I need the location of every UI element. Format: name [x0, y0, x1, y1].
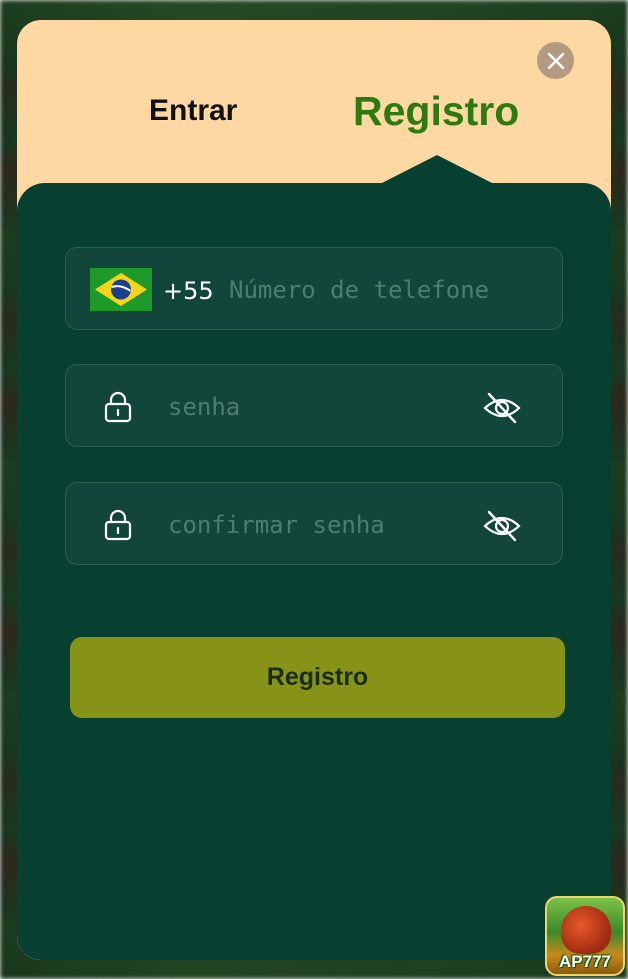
eye-off-icon[interactable]: [482, 508, 522, 544]
country-code[interactable]: +55: [163, 277, 214, 305]
close-icon: [547, 52, 564, 69]
app-logo-text: AP777: [559, 952, 611, 971]
lock-icon: [104, 391, 132, 423]
phone-input[interactable]: [229, 270, 549, 310]
password-input[interactable]: [168, 387, 468, 427]
close-button[interactable]: [537, 42, 574, 79]
form-panel: +55 Número de telefone Registro: [17, 183, 611, 960]
dragon-icon: [561, 906, 611, 954]
phone-field[interactable]: +55: [65, 247, 563, 330]
lock-icon: [104, 509, 132, 541]
brazil-flag-icon[interactable]: [90, 268, 152, 311]
app-logo[interactable]: AP777: [545, 896, 625, 976]
password-field[interactable]: [65, 364, 563, 447]
register-button[interactable]: Registro: [70, 637, 565, 718]
tab-login[interactable]: Entrar: [149, 94, 237, 128]
tab-register[interactable]: Registro: [353, 88, 519, 135]
confirm-password-field[interactable]: [65, 482, 563, 565]
confirm-password-input[interactable]: [168, 505, 468, 545]
active-tab-indicator: [380, 155, 494, 184]
eye-off-icon[interactable]: [482, 390, 522, 426]
register-modal: Entrar Registro +55 Número de telefone R…: [17, 20, 611, 960]
